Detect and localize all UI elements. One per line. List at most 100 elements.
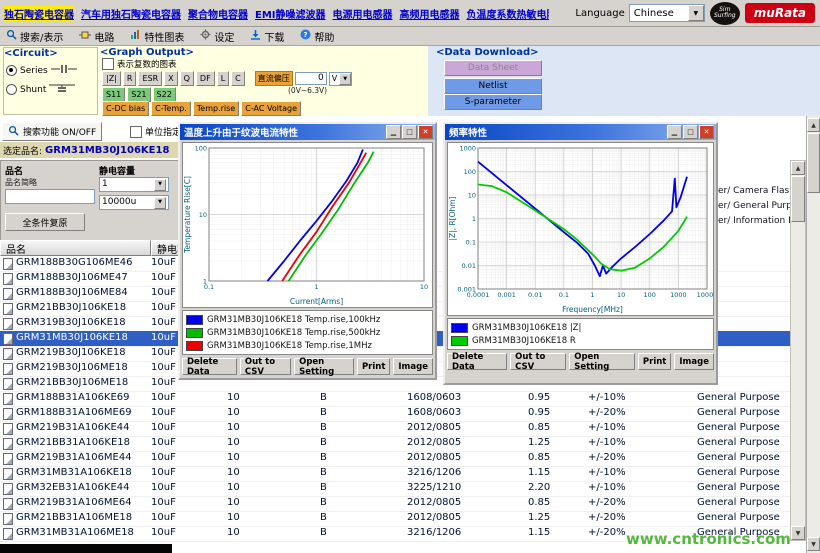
capacitance-max-input[interactable]: 10000u ▼ bbox=[99, 195, 169, 210]
menu-item[interactable]: 电路 bbox=[79, 29, 114, 44]
language-select[interactable]: Chinese ▼ bbox=[629, 4, 705, 22]
cell-capacitance: 10uF bbox=[151, 422, 211, 433]
out-to-csv-button[interactable]: Out to CSV bbox=[240, 358, 291, 375]
window-titlebar[interactable]: 温度上升由于纹波电流特性 ▁ □ ✕ bbox=[180, 124, 435, 140]
data-download-title: <Data Download> bbox=[436, 47, 576, 58]
char-button-c-ac-voltage[interactable]: C-AC Voltage bbox=[241, 101, 301, 116]
nav-link[interactable]: 高频用电感器 bbox=[400, 6, 460, 21]
image-button[interactable]: Image bbox=[393, 358, 433, 375]
char-button-c-temp-[interactable]: C-Temp. bbox=[151, 101, 191, 116]
table-row[interactable]: GRM31MB31A106KE1810uF10B3216/12061.15+/-… bbox=[0, 466, 790, 482]
temp-rise-chart-frame: 0.1110110100Current[Arms]Temperature Ris… bbox=[182, 142, 433, 308]
menu-item[interactable]: 特性图表 bbox=[130, 29, 184, 44]
s-parameter-button[interactable]: S-parameter bbox=[444, 94, 542, 110]
scroll-down-button[interactable]: ▼ bbox=[807, 537, 820, 551]
menu-item[interactable]: ?帮助 bbox=[300, 29, 334, 44]
dc-bias-input[interactable]: 0 bbox=[295, 72, 327, 85]
search-toggle-button[interactable]: 搜索功能 ON/OFF bbox=[2, 122, 102, 141]
search-icon bbox=[6, 29, 17, 43]
scrollbar-thumb[interactable] bbox=[791, 176, 805, 222]
table-row[interactable]: GRM219B31A106KE4410uF10B2012/08050.85+/-… bbox=[0, 421, 790, 437]
chevron-down-icon[interactable]: ▼ bbox=[154, 197, 166, 209]
param-button-z[interactable]: |Z| bbox=[102, 71, 121, 86]
dc-bias-unit-select[interactable]: V▼ bbox=[329, 72, 352, 86]
param-button-c[interactable]: C bbox=[231, 71, 245, 86]
param-button-esr[interactable]: ESR bbox=[138, 71, 162, 86]
maximize-button[interactable]: □ bbox=[402, 125, 417, 139]
selected-part-strip: 选定品名: GRM31MB30J106KE18 bbox=[0, 142, 181, 158]
part-name-input[interactable] bbox=[5, 189, 95, 204]
checkbox-icon[interactable] bbox=[102, 58, 114, 70]
radio-icon[interactable] bbox=[6, 65, 17, 76]
param-button-x[interactable]: X bbox=[164, 71, 177, 86]
s-param-button-s21[interactable]: S21 bbox=[127, 87, 150, 102]
minimize-button[interactable]: ▁ bbox=[667, 125, 682, 139]
table-row[interactable]: GRM188B31A106ME6910uF10B1608/06030.95+/-… bbox=[0, 406, 790, 422]
reset-conditions-button[interactable]: 全条件复原 bbox=[5, 213, 85, 231]
multi-graph-checkbox[interactable]: 表示复数的图表 bbox=[102, 58, 177, 70]
capacitance-min-input[interactable]: 1 ▼ bbox=[99, 177, 169, 192]
param-button-r[interactable]: R bbox=[123, 71, 137, 86]
nav-link[interactable]: 独石陶瓷电容器 bbox=[4, 6, 74, 21]
svg-text:1: 1 bbox=[203, 278, 207, 286]
table-scrollbar[interactable]: ▲ ▼ bbox=[790, 160, 806, 541]
nav-link[interactable]: 电源用电感器 bbox=[333, 6, 393, 21]
char-button-c-dc-bias[interactable]: C-DC bias bbox=[102, 101, 149, 116]
circuit-option-shunt[interactable]: Shunt bbox=[6, 82, 95, 97]
scroll-up-button[interactable]: ▲ bbox=[791, 161, 805, 175]
param-button-l[interactable]: L bbox=[217, 71, 229, 86]
document-icon bbox=[3, 423, 13, 435]
page-scrollbar[interactable]: ▲ ▼ bbox=[806, 116, 820, 553]
cell-capacitance: 10uF bbox=[151, 497, 211, 508]
close-button[interactable]: ✕ bbox=[418, 125, 433, 139]
circuit-option-series[interactable]: Series bbox=[6, 63, 95, 78]
open-setting-button[interactable]: Open Setting bbox=[569, 353, 635, 370]
nav-link[interactable]: 聚合物电容器 bbox=[188, 6, 248, 21]
close-button[interactable]: ✕ bbox=[699, 125, 714, 139]
print-button[interactable]: Print bbox=[357, 358, 390, 375]
image-button[interactable]: Image bbox=[674, 353, 714, 370]
unit-specify-checkbox[interactable]: 单位指定 bbox=[130, 125, 181, 138]
column-header-part-name[interactable]: 品名 bbox=[0, 240, 151, 256]
scroll-down-button[interactable]: ▼ bbox=[791, 526, 805, 540]
svg-text:10: 10 bbox=[617, 291, 625, 299]
radio-icon[interactable] bbox=[6, 84, 17, 95]
scrollbar-thumb[interactable] bbox=[807, 133, 820, 193]
table-row[interactable]: GRM21BB31A106ME1810uF10B2012/08051.25+/-… bbox=[0, 511, 790, 527]
table-row[interactable]: GRM32EB31A106KE4410uF10B3225/12102.20+/-… bbox=[0, 481, 790, 497]
murata-logo[interactable]: muRata bbox=[745, 3, 815, 23]
document-icon bbox=[3, 273, 13, 285]
minimize-button[interactable]: ▁ bbox=[386, 125, 401, 139]
nav-link[interactable]: EMI静噪滤波器 bbox=[255, 6, 326, 21]
table-row[interactable]: GRM219B31A106ME6410uF10B2012/08050.85+/-… bbox=[0, 496, 790, 512]
window-titlebar[interactable]: 频率特性 ▁ □ ✕ bbox=[445, 124, 716, 140]
char-button-temp-rise[interactable]: Temp.rise bbox=[193, 101, 239, 116]
menu-item[interactable]: 下载 bbox=[250, 29, 284, 44]
s-param-button-s22[interactable]: S22 bbox=[153, 87, 176, 102]
maximize-button[interactable]: □ bbox=[683, 125, 698, 139]
chevron-down-icon[interactable]: ▼ bbox=[688, 5, 704, 21]
simsurfing-logo[interactable]: Sim Surfing bbox=[710, 2, 740, 25]
s-param-button-s11[interactable]: S11 bbox=[102, 87, 125, 102]
nav-link[interactable]: 负温度系数热敏电阻 bbox=[467, 6, 549, 21]
chevron-down-icon[interactable]: ▼ bbox=[339, 73, 351, 85]
scroll-up-button[interactable]: ▲ bbox=[807, 118, 820, 132]
table-row[interactable]: GRM21BB31A106KE1810uF10B2012/08051.25+/-… bbox=[0, 436, 790, 452]
param-button-q[interactable]: Q bbox=[180, 71, 194, 86]
param-button-df[interactable]: DF bbox=[196, 71, 215, 86]
legend-label: GRM31MB30J106KE18 Temp.rise,100kHz bbox=[207, 315, 380, 325]
cell-size: 3225/1210 bbox=[407, 482, 517, 493]
out-to-csv-button[interactable]: Out to CSV bbox=[510, 353, 566, 370]
netlist-button[interactable]: Netlist bbox=[444, 78, 542, 94]
table-row[interactable]: GRM219B31A106ME4410uF10B2012/08050.85+/-… bbox=[0, 451, 790, 467]
nav-link[interactable]: 汽车用独石陶瓷电容器 bbox=[81, 6, 181, 21]
delete-data-button[interactable]: Delete Data bbox=[182, 358, 237, 375]
chevron-down-icon[interactable]: ▼ bbox=[154, 179, 166, 191]
checkbox-icon[interactable] bbox=[130, 126, 142, 138]
open-setting-button[interactable]: Open Setting bbox=[294, 358, 354, 375]
menu-item[interactable]: 设定 bbox=[200, 29, 234, 44]
delete-data-button[interactable]: Delete Data bbox=[447, 353, 507, 370]
menu-item[interactable]: 搜索/表示 bbox=[6, 29, 63, 44]
table-row[interactable]: GRM188B31A106KE6910uF10B1608/06030.95+/-… bbox=[0, 391, 790, 407]
print-button[interactable]: Print bbox=[638, 353, 671, 370]
